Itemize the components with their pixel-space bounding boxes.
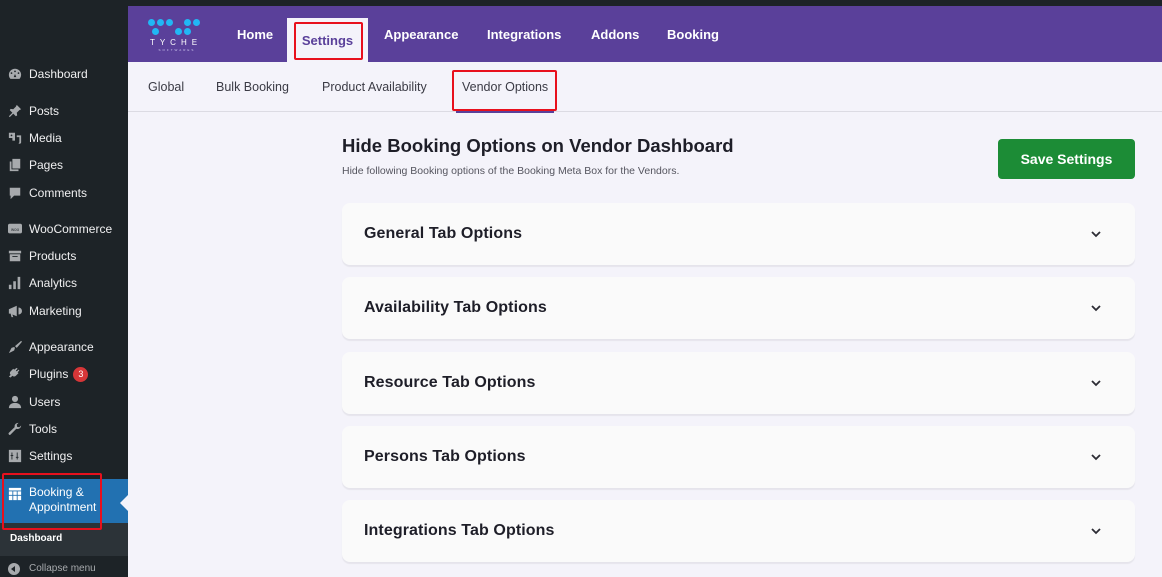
sidebar-item-comments[interactable]: Comments: [0, 180, 128, 206]
settings-subtabs: Global Bulk Booking Product Availability…: [128, 62, 1162, 113]
comment-icon: [8, 186, 22, 200]
sidebar-item-label: Tools: [29, 422, 58, 436]
plugins-update-badge: 3: [73, 366, 89, 382]
logo-dot: [148, 19, 155, 26]
media-icon: [8, 131, 22, 145]
sliders-icon: [8, 449, 22, 463]
logo-dot: [175, 28, 182, 35]
sidebar-item-label: Posts: [29, 104, 60, 118]
calendar-grid-icon: [8, 487, 22, 501]
chevron-down-icon: [1091, 528, 1101, 535]
page-title: Hide Booking Options on Vendor Dashboard: [342, 135, 734, 156]
chevron-down-icon: [1091, 454, 1101, 461]
nav-appearance[interactable]: Appearance: [384, 6, 458, 62]
sidebar-item-pages[interactable]: Pages: [0, 152, 128, 178]
sidebar-item-analytics[interactable]: Analytics: [0, 270, 128, 296]
sidebar-item-label: Dashboard: [29, 67, 88, 81]
nav-booking[interactable]: Booking: [667, 6, 719, 62]
plug-icon: [8, 367, 22, 381]
accordion-title: Persons Tab Options: [364, 448, 526, 465]
sidebar-item-marketing[interactable]: Marketing: [0, 298, 128, 324]
chevron-down-icon: [1091, 380, 1101, 387]
logo-subword: SOFTWARES: [158, 48, 196, 52]
accordion-availability-tab-options[interactable]: Availability Tab Options: [342, 277, 1135, 339]
plugin-header: TYCHE SOFTWARES Home Settings Appearance…: [128, 6, 1162, 62]
sidebar-item-tools[interactable]: Tools: [0, 416, 128, 442]
sidebar-item-label-line1: Booking &: [29, 485, 84, 499]
sidebar-item-woocommerce[interactable]: woo WooCommerce: [0, 216, 128, 242]
accordion-persons-tab-options[interactable]: Persons Tab Options: [342, 426, 1135, 488]
dashboard-icon: [8, 67, 22, 81]
subtab-bulk-booking[interactable]: Bulk Booking: [216, 62, 289, 112]
sidebar-item-plugins[interactable]: Plugins 3: [0, 361, 128, 387]
save-settings-button[interactable]: Save Settings: [998, 139, 1135, 179]
sidebar-item-label: Analytics: [29, 276, 78, 290]
sidebar-item-media[interactable]: Media: [0, 125, 128, 151]
sidebar-item-label: Media: [29, 131, 62, 145]
nav-settings[interactable]: Settings: [287, 18, 368, 62]
chevron-down-icon: [1091, 231, 1101, 238]
user-icon: [8, 395, 22, 409]
sidebar-item-label: Booking & Appointment: [29, 485, 96, 515]
woo-icon: woo: [8, 222, 22, 236]
accordion-resource-tab-options[interactable]: Resource Tab Options: [342, 352, 1135, 414]
sidebar-item-settings[interactable]: Settings: [0, 443, 128, 469]
subtab-vendor-options[interactable]: Vendor Options: [455, 62, 555, 113]
sidebar-item-label-line2: Appointment: [29, 500, 97, 514]
pages-icon: [8, 158, 22, 172]
sidebar-item-label: Plugins: [29, 367, 69, 381]
subtab-product-availability[interactable]: Product Availability: [322, 62, 427, 112]
nav-addons[interactable]: Addons: [591, 6, 639, 62]
collapse-menu-label: Collapse menu: [29, 563, 96, 574]
sidebar-item-users[interactable]: Users: [0, 389, 128, 415]
accordion-title: General Tab Options: [364, 225, 523, 242]
nav-integrations[interactable]: Integrations: [487, 6, 561, 62]
pin-icon: [8, 104, 22, 118]
sidebar-item-posts[interactable]: Posts: [0, 98, 128, 124]
logo-word: TYCHE: [149, 38, 203, 47]
subtab-global[interactable]: Global: [148, 62, 184, 112]
archive-icon: [8, 249, 22, 263]
active-menu-arrow: [120, 495, 128, 511]
wrench-icon: [8, 422, 22, 436]
svg-text:woo: woo: [11, 227, 20, 232]
logo-dot: [166, 19, 173, 26]
sidebar-item-label: Comments: [29, 186, 88, 200]
bar-chart-icon: [8, 276, 22, 290]
sidebar-item-label: Users: [29, 395, 61, 409]
megaphone-icon: [8, 304, 22, 318]
logo-dot: [157, 19, 164, 26]
sidebar-item-appearance[interactable]: Appearance: [0, 334, 128, 360]
sidebar-item-booking-appointment[interactable]: Booking & Appointment: [0, 479, 128, 523]
nav-home[interactable]: Home: [237, 6, 273, 62]
sidebar-item-products[interactable]: Products: [0, 243, 128, 269]
sidebar-item-label: Pages: [29, 158, 64, 172]
tyche-logo[interactable]: TYCHE SOFTWARES: [146, 17, 206, 53]
sidebar-item-label: Marketing: [29, 304, 82, 318]
logo-dot: [193, 19, 200, 26]
sidebar-item-label: Appearance: [29, 340, 94, 354]
collapse-menu-button[interactable]: Collapse menu: [0, 560, 128, 577]
sidebar-item-label: Products: [29, 249, 77, 263]
chevron-down-icon: [1091, 305, 1101, 312]
accordion-general-tab-options[interactable]: General Tab Options: [342, 203, 1135, 265]
logo-dot: [184, 28, 191, 35]
accordion-title: Availability Tab Options: [364, 299, 547, 316]
accordion-title: Integrations Tab Options: [364, 522, 555, 539]
booking-submenu: Dashboard: [0, 523, 128, 556]
accordion-title: Resource Tab Options: [364, 374, 536, 391]
sidebar-item-dashboard[interactable]: Dashboard: [0, 61, 128, 87]
submenu-item-dashboard[interactable]: Dashboard: [10, 533, 62, 544]
collapse-icon: [8, 562, 20, 575]
paintbrush-icon: [8, 340, 22, 354]
wp-admin-sidebar: Dashboard Posts Media Pages Comments woo…: [0, 0, 128, 577]
sidebar-item-label: WooCommerce: [29, 222, 113, 236]
logo-dot: [152, 28, 159, 35]
page-description: Hide following Booking options of the Bo…: [342, 165, 680, 177]
accordion-integrations-tab-options[interactable]: Integrations Tab Options: [342, 500, 1135, 562]
sidebar-item-label: Settings: [29, 449, 73, 463]
logo-dot: [184, 19, 191, 26]
